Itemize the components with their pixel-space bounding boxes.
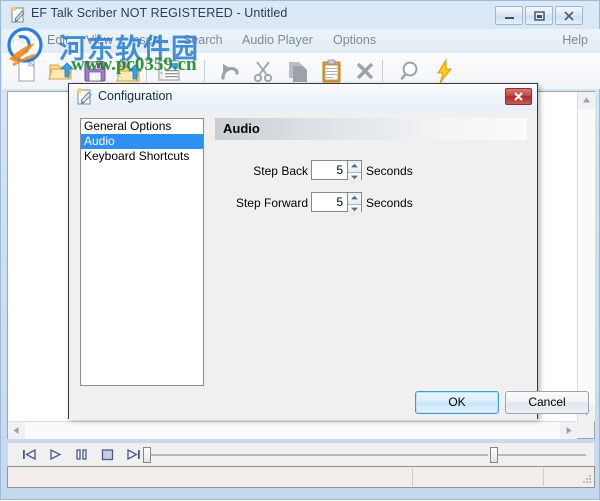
close-button[interactable] <box>555 6 583 25</box>
vertical-scrollbar[interactable] <box>577 92 595 421</box>
step-back-increment-icon[interactable] <box>348 163 361 172</box>
step-forward-unit: Seconds <box>366 196 413 210</box>
pane-header: Audio <box>215 118 527 140</box>
scroll-up-arrow-icon[interactable] <box>578 92 595 109</box>
step-back-stepper[interactable] <box>347 160 362 182</box>
step-forward-stepper[interactable] <box>347 192 362 214</box>
dialog-title: Configuration <box>98 89 173 103</box>
pane-body: Step Back Seconds Step Forward <box>215 140 527 386</box>
undo-button[interactable] <box>214 57 244 85</box>
copy-button[interactable] <box>282 57 312 85</box>
stop-button[interactable] <box>98 446 117 463</box>
app-icon <box>10 7 26 23</box>
scroll-left-arrow-icon[interactable] <box>8 422 25 439</box>
menu-edit[interactable]: Edit <box>47 33 69 47</box>
step-back-unit: Seconds <box>366 164 413 178</box>
category-list[interactable]: General Options Audio Keyboard Shortcuts <box>80 118 204 386</box>
paste-button[interactable] <box>316 57 346 85</box>
menu-options[interactable]: Options <box>333 33 376 47</box>
scrollbar-corner <box>577 421 594 438</box>
status-pane-second <box>412 468 543 486</box>
category-general-options[interactable]: General Options <box>81 119 203 134</box>
category-audio[interactable]: Audio <box>81 134 203 149</box>
menu-view[interactable]: View <box>86 33 113 47</box>
configuration-dialog: Configuration General Options Audio Keyb… <box>68 83 589 420</box>
ok-button[interactable]: OK <box>415 391 499 414</box>
menu-audio-player[interactable]: Audio Player <box>242 33 313 47</box>
find-button[interactable] <box>396 57 426 85</box>
dialog-close-button[interactable] <box>505 88 532 105</box>
step-forward-increment-icon[interactable] <box>348 195 361 204</box>
play-button[interactable] <box>46 446 65 463</box>
step-forward-label: Step Forward <box>235 196 308 210</box>
step-forward-row: Step Forward Seconds <box>215 192 527 214</box>
pane-header-title: Audio <box>223 121 260 136</box>
config-pencil-icon <box>76 88 93 105</box>
forward-to-end-button[interactable] <box>124 446 143 463</box>
cancel-button[interactable]: Cancel <box>505 391 589 414</box>
vertical-scroll-track[interactable] <box>578 109 595 404</box>
step-back-input[interactable] <box>311 160 347 180</box>
save-file-button[interactable] <box>80 57 110 85</box>
properties-button[interactable] <box>154 57 184 85</box>
toolbar-separator-3 <box>382 60 383 82</box>
scroll-right-arrow-icon[interactable] <box>560 422 577 439</box>
step-back-row: Step Back Seconds <box>215 160 527 182</box>
application-window: EF Talk Scriber NOT REGISTERED - Untitle… <box>0 0 600 500</box>
menu-insert[interactable]: Insert <box>129 33 160 47</box>
delete-button[interactable] <box>350 57 380 85</box>
toolbar-separator-1 <box>146 60 147 82</box>
dialog-title-bar: Configuration <box>69 84 537 110</box>
volume-slider[interactable] <box>490 447 498 463</box>
window-title: EF Talk Scriber NOT REGISTERED - Untitle… <box>31 6 288 20</box>
title-bar: EF Talk Scriber NOT REGISTERED - Untitle… <box>1 1 599 29</box>
pause-button[interactable] <box>72 446 91 463</box>
step-back-label: Step Back <box>253 164 308 178</box>
cut-button[interactable] <box>248 57 278 85</box>
playback-position-slider[interactable] <box>143 447 151 463</box>
horizontal-scrollbar[interactable] <box>8 421 577 439</box>
quick-action-button[interactable] <box>430 57 460 85</box>
step-back-decrement-icon[interactable] <box>348 172 361 182</box>
category-keyboard-shortcuts[interactable]: Keyboard Shortcuts <box>81 149 203 164</box>
step-forward-decrement-icon[interactable] <box>348 204 361 214</box>
dialog-body: General Options Audio Keyboard Shortcuts… <box>69 110 589 420</box>
menu-file[interactable]: File <box>12 33 32 47</box>
open-audio-button[interactable] <box>114 57 144 85</box>
horizontal-scroll-track[interactable] <box>25 422 560 439</box>
volume-track[interactable] <box>496 454 586 456</box>
resize-grip-icon[interactable] <box>579 472 593 486</box>
toolbar-separator-2 <box>204 60 205 82</box>
maximize-button[interactable] <box>525 6 553 25</box>
menu-search[interactable]: Search <box>183 33 223 47</box>
menu-bar: File Edit View Insert Search Audio Playe… <box>2 29 600 53</box>
new-file-button[interactable] <box>12 57 42 85</box>
open-file-button[interactable] <box>46 57 76 85</box>
minimize-button[interactable] <box>495 6 523 25</box>
step-forward-input[interactable] <box>311 192 347 212</box>
menu-help[interactable]: Help <box>562 33 588 47</box>
playback-position-track[interactable] <box>148 454 488 456</box>
status-bar <box>7 466 595 488</box>
rewind-to-start-button[interactable] <box>20 446 39 463</box>
audio-player-bar <box>7 442 595 466</box>
status-pane-main <box>9 468 412 486</box>
